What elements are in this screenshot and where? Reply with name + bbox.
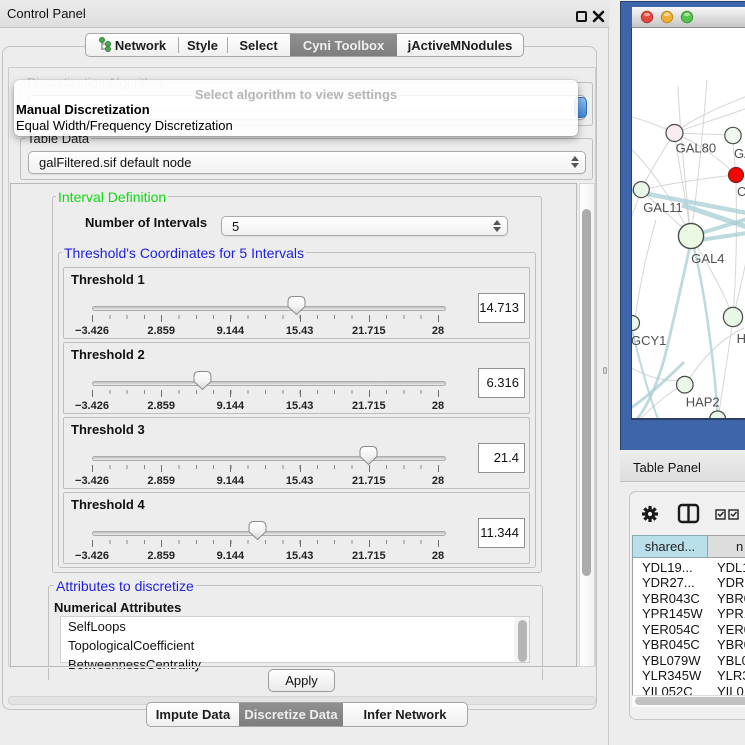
svg-text:C: C [737, 184, 745, 199]
svg-text:HAP2: HAP2 [686, 395, 720, 410]
svg-text:GA: GA [734, 146, 745, 161]
svg-text:GCY1: GCY1 [632, 333, 666, 348]
svg-text:HI: HI [737, 331, 745, 346]
svg-text:GAL11: GAL11 [643, 200, 683, 215]
svg-text:GAL4: GAL4 [691, 251, 724, 266]
svg-text:GAL80: GAL80 [676, 141, 716, 156]
